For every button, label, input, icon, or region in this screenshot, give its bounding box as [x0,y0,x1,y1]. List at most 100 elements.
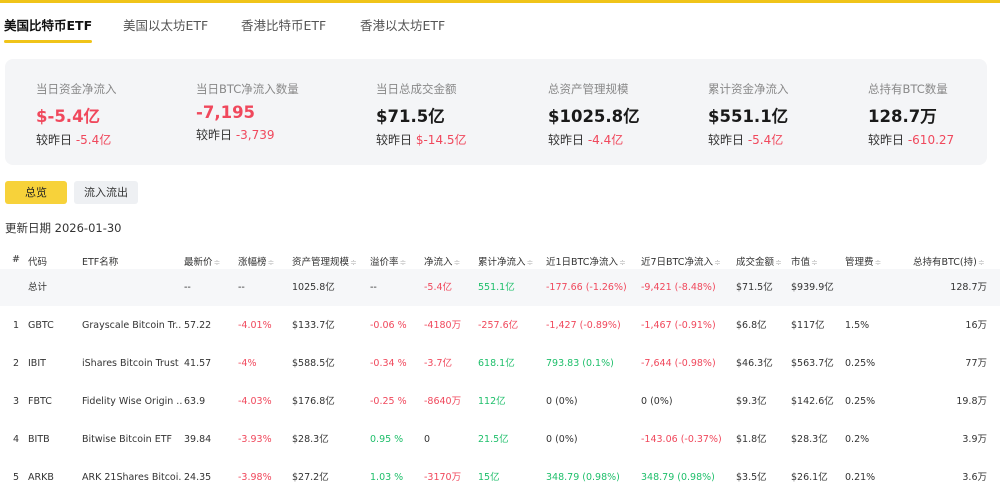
col-header-index: # [12,254,20,265]
col-header-premium[interactable]: 溢价率≑ [370,254,406,268]
col-header-aum[interactable]: 资产管理规模≑ [292,254,357,268]
cell-volume: $6.8亿 [736,320,767,331]
cell-code[interactable]: IBIT [28,345,46,382]
cell-premium: 1.03 % [370,472,404,483]
cell-name[interactable]: ARK 21Shares Bitcoi... [82,459,182,492]
inflow-outflow-button[interactable]: 流入流出 [74,181,138,204]
cell-name[interactable]: Fidelity Wise Origin ... [82,383,182,420]
cell-code[interactable]: BITB [28,421,50,458]
tab-hk-bitcoin-etf[interactable]: 香港比特币ETF [241,15,326,34]
cell-price: -- [184,282,191,293]
cell-volume: $1.8亿 [736,434,767,445]
card-compare: 较昨日 -610.27 [868,131,954,148]
sort-icon[interactable]: ≑ [714,258,721,267]
tab-hk-ethereum-etf[interactable]: 香港以太坊ETF [360,15,445,34]
cell-btc-1d: 0 (0%) [546,396,578,407]
cell-change: -4% [238,358,257,369]
summary-card-total-aum: 总资产管理规模 $1025.8亿 较昨日 -4.4亿 [548,81,640,148]
cell-premium: 0.95 % [370,434,404,445]
overview-button[interactable]: 总览 [5,181,67,204]
col-header-holdings[interactable]: 总持有BTC(持)≑ [913,254,985,268]
summary-card-cumulative-inflow: 累计资金净流入 $551.1亿 较昨日 -5.4亿 [708,81,789,148]
cell-premium: -- [370,282,377,293]
compare-value: -5.4亿 [747,133,784,147]
cell-btc-7d: 348.79 (0.98%) [641,472,715,483]
cell-change: -3.93% [238,434,272,445]
sort-icon[interactable]: ≑ [875,258,882,267]
cell-code[interactable]: FBTC [28,383,52,420]
sort-icon[interactable]: ≑ [454,258,461,267]
compare-value: $-14.5亿 [415,133,467,147]
cell-net-inflow: 0 [424,434,431,445]
cell-fee: 0.25% [845,358,876,369]
col-header-price[interactable]: 最新价≑ [184,254,220,268]
summary-card-total-btc-holdings: 总持有BTC数量 128.7万 较昨日 -610.27 [868,81,954,148]
cell-holdings: 77万 [965,358,987,369]
sort-icon[interactable]: ≑ [619,258,626,267]
summary-card-total-volume: 当日总成交金额 $71.5亿 较昨日 $-14.5亿 [376,81,467,148]
col-header-net-inflow[interactable]: 净流入≑ [424,254,460,268]
cell-aum: $27.2亿 [292,472,329,483]
cell-premium: -0.25 % [370,396,407,407]
sort-icon[interactable]: ≑ [268,258,275,267]
table-row[interactable]: 3 FBTC Fidelity Wise Origin ... 63.9 -4.… [0,383,1000,420]
cell-aum: $133.7亿 [292,320,335,331]
tab-us-bitcoin-etf[interactable]: 美国比特币ETF [4,15,92,34]
col-header-market-cap[interactable]: 市值≑ [791,254,818,268]
sort-icon[interactable]: ≑ [400,258,407,267]
table-row[interactable]: 1 GBTC Grayscale Bitcoin Tr... 57.22 -4.… [0,307,1000,344]
cell-index: 5 [13,472,20,483]
cell-volume: $3.5亿 [736,472,767,483]
cell-fee: 1.5% [845,320,870,331]
cell-premium: -0.34 % [370,358,407,369]
cell-fee: 0.25% [845,396,876,407]
cell-code[interactable]: ARKB [28,459,54,492]
cell-aum: $176.8亿 [292,396,335,407]
col-header-fee[interactable]: 管理费≑ [845,254,881,268]
sort-icon[interactable]: ≑ [527,258,534,267]
card-title: 当日总成交金额 [376,82,457,96]
cell-code[interactable]: GBTC [28,307,54,344]
table-row[interactable]: 4 BITB Bitwise Bitcoin ETF 39.84 -3.93% … [0,421,1000,458]
tab-us-ethereum-etf[interactable]: 美国以太坊ETF [123,15,208,34]
col-header-volume[interactable]: 成交金额≑ [736,254,782,268]
cell-change: -4.01% [238,320,272,331]
cell-change: -- [238,282,245,293]
cell-btc-7d: -7,644 (-0.98%) [641,358,716,369]
cell-holdings: 128.7万 [950,282,987,293]
cell-net-inflow: -5.4亿 [424,282,453,293]
cell-index: 2 [13,358,20,369]
sort-icon[interactable]: ≑ [350,258,357,267]
cell-aum: $28.3亿 [292,434,329,445]
compare-label: 较昨日 [868,133,905,147]
cell-cum-inflow: 618.1亿 [478,358,515,369]
cell-net-inflow: -8640万 [424,396,462,407]
table-row[interactable]: 2 IBIT iShares Bitcoin Trust 41.57 -4% $… [0,345,1000,382]
col-header-btc-7d[interactable]: 近7日BTC净流入≑ [641,254,721,268]
col-header-change[interactable]: 涨幅榜≑ [238,254,274,268]
sort-icon[interactable]: ≑ [978,258,985,267]
table-row[interactable]: 5 ARKB ARK 21Shares Bitcoi... 24.35 -3.9… [0,459,1000,492]
col-header-btc-1d[interactable]: 近1日BTC净流入≑ [546,254,626,268]
cell-name[interactable]: Bitwise Bitcoin ETF [82,421,182,458]
card-value: $1025.8亿 [548,107,640,126]
card-value: $551.1亿 [708,107,789,126]
sort-icon[interactable]: ≑ [811,258,818,267]
compare-label: 较昨日 [196,128,233,142]
sort-icon[interactable]: ≑ [775,258,782,267]
active-tab-indicator [4,40,92,43]
cell-cum-inflow: -257.6亿 [478,320,519,331]
cell-name[interactable]: iShares Bitcoin Trust [82,345,182,382]
summary-card-btc-net-inflow: 当日BTC净流入数量 -7,195 较昨日 -3,739 [196,81,299,143]
cell-market-cap: $26.1亿 [791,472,828,483]
compare-label: 较昨日 [708,133,745,147]
compare-label: 较昨日 [376,133,413,147]
sort-icon[interactable]: ≑ [214,258,221,267]
cell-net-inflow: -3.7亿 [424,358,453,369]
cell-market-cap: $28.3亿 [791,434,828,445]
cell-cum-inflow: 551.1亿 [478,282,515,293]
col-header-cum-inflow[interactable]: 累计净流入≑ [478,254,533,268]
compare-value: -3,739 [235,128,275,142]
cell-holdings: 19.8万 [956,396,987,407]
cell-name[interactable]: Grayscale Bitcoin Tr... [82,307,182,344]
